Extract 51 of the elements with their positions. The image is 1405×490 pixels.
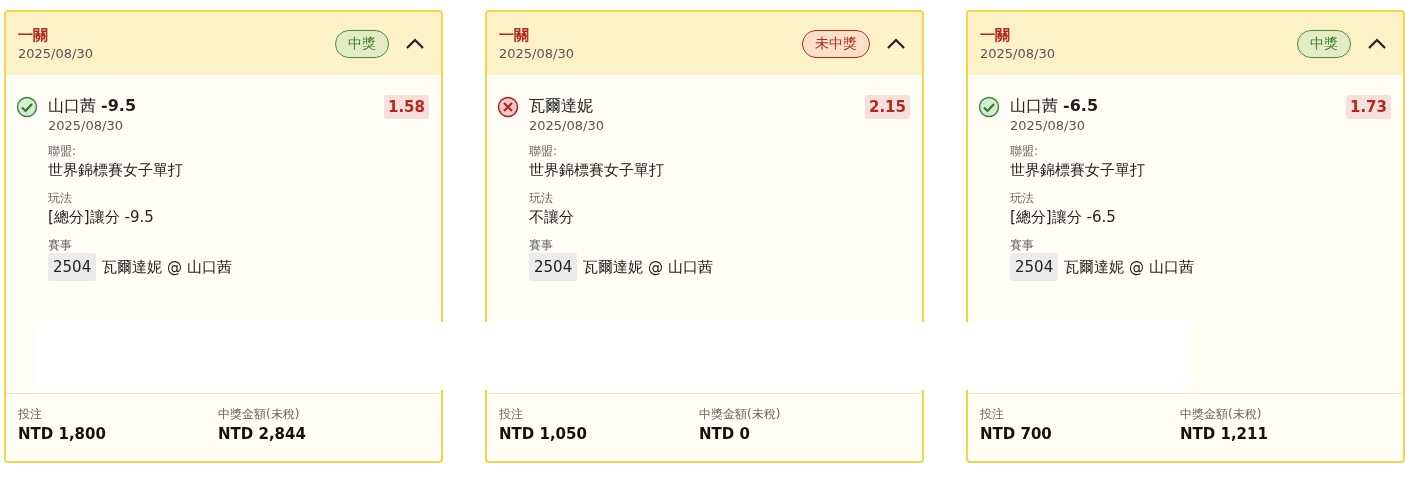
field-value: 瓦爾達妮 @ 山口茜 (1064, 257, 1194, 278)
field-label: 賽事 (1010, 237, 1035, 253)
match-code: 2504 (529, 253, 578, 281)
odds-value: 1.73 (1346, 95, 1391, 119)
payout-amount: NTD 2,844 (218, 424, 307, 445)
stake-label: 投注 (18, 406, 43, 423)
selection-name: 山口茜 -9.5 (48, 95, 138, 117)
payout-amount: NTD 1,211 (1180, 424, 1269, 445)
field-value: 瓦爾達妮 @ 山口茜 (102, 257, 232, 278)
stake-label: 投注 (980, 406, 1005, 423)
selection-name: 山口茜 -6.5 (1010, 95, 1100, 117)
field-value: 世界錦標賽女子單打 (48, 160, 183, 181)
field-label: 賽事 (48, 237, 73, 253)
field-label: 賽事 (529, 237, 554, 253)
match-code: 2504 (48, 253, 97, 281)
card-title: 一關 (499, 24, 530, 45)
field-value: 不讓分 (529, 207, 574, 228)
result-badge: 中獎 (335, 29, 389, 58)
field-value: 世界錦標賽女子單打 (1010, 160, 1145, 181)
stake-amount: NTD 1,800 (18, 424, 107, 445)
payout-label: 中獎金額(未稅) (218, 406, 301, 423)
field-label: 玩法 (1010, 190, 1035, 206)
stake-amount: NTD 700 (980, 424, 1053, 445)
field-value: [總分]讓分 -9.5 (48, 207, 154, 228)
field-label: 聯盟: (48, 143, 78, 159)
payout-label: 中獎金額(未稅) (1180, 406, 1263, 423)
card-date: 2025/08/30 (980, 44, 1056, 63)
odds-value: 2.15 (865, 95, 910, 119)
card-title: 一關 (18, 24, 49, 45)
field-label: 玩法 (529, 190, 554, 206)
selection-name: 瓦爾達妮 (529, 95, 594, 117)
field-value: 世界錦標賽女子單打 (529, 160, 664, 181)
field-label: 聯盟: (1010, 143, 1040, 159)
field-value: 瓦爾達妮 @ 山口茜 (583, 257, 713, 278)
stake-amount: NTD 1,050 (499, 424, 588, 445)
selection-date: 2025/08/30 (1010, 117, 1086, 134)
payout-amount: NTD 0 (699, 424, 751, 445)
field-label: 聯盟: (529, 143, 559, 159)
field-label: 玩法 (48, 190, 73, 206)
card-date: 2025/08/30 (499, 44, 575, 63)
selection-date: 2025/08/30 (529, 117, 605, 134)
match-code: 2504 (1010, 253, 1059, 281)
card-title: 一關 (980, 24, 1011, 45)
stake-label: 投注 (499, 406, 524, 423)
payout-label: 中獎金額(未稅) (699, 406, 782, 423)
selection-date: 2025/08/30 (48, 117, 124, 134)
field-value: [總分]讓分 -6.5 (1010, 207, 1116, 228)
card-date: 2025/08/30 (18, 44, 94, 63)
odds-value: 1.58 (384, 95, 429, 119)
result-badge: 未中獎 (802, 29, 870, 58)
result-badge: 中獎 (1297, 29, 1351, 58)
